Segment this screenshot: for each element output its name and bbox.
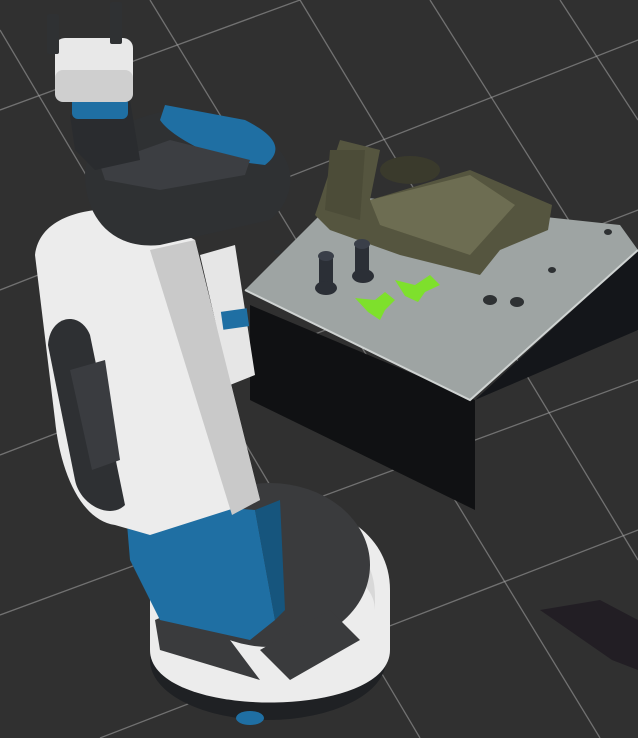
tray-slot — [380, 156, 440, 184]
tray-side-wall — [325, 150, 365, 220]
3d-viewport[interactable] — [0, 0, 638, 738]
gripper-finger-right — [110, 2, 122, 44]
gripper-finger-left — [47, 14, 59, 54]
gripper-lower — [55, 70, 133, 102]
table-hole — [604, 229, 612, 235]
table-hole — [548, 267, 556, 273]
scene-canvas[interactable] — [0, 0, 638, 738]
table-hole — [510, 297, 524, 307]
table-hole — [483, 295, 497, 305]
base-status-light — [236, 711, 264, 725]
table-hole — [274, 250, 280, 254]
